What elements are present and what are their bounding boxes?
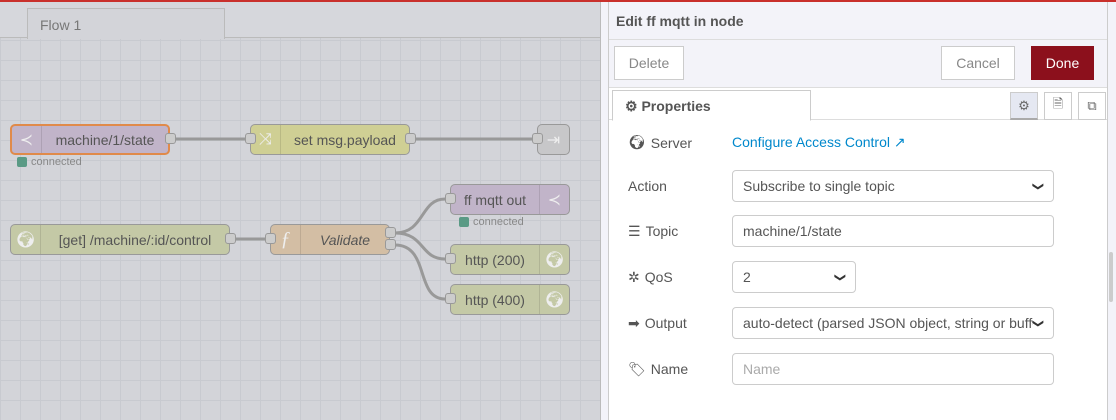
output-port[interactable] <box>225 233 236 244</box>
output-port[interactable] <box>405 133 416 144</box>
wire <box>394 243 446 301</box>
gear-icon: ⚙ <box>625 98 638 114</box>
change-node[interactable]: ⤨ set msg.payload <box>250 124 410 155</box>
http-response-node[interactable]: http (400) 🌍︎ <box>450 284 570 315</box>
bridge-icon: ≺ <box>539 185 569 214</box>
gear-icon: ⚙ <box>1018 97 1030 113</box>
node-properties-button[interactable]: ⚙ <box>1010 92 1038 120</box>
output-port[interactable] <box>165 133 176 144</box>
tray-tabs: ⚙ Properties ⚙ 🗎 ⧉ <box>609 88 1107 121</box>
file-text-icon: 🗎 <box>1052 96 1064 111</box>
output-port[interactable] <box>385 227 396 238</box>
configure-access-control-link[interactable]: Configure Access Control ↗ <box>732 134 906 151</box>
external-link-icon: ↗ <box>893 134 906 150</box>
function-node[interactable]: ƒ Validate <box>270 224 390 255</box>
done-button[interactable]: Done <box>1031 46 1094 80</box>
http-response-node[interactable]: http (200) 🌍︎ <box>450 244 570 275</box>
mqtt-in-node[interactable]: ≺ machine/1/state <box>10 124 170 155</box>
input-port[interactable] <box>245 133 256 144</box>
topic-input[interactable]: machine/1/state <box>732 215 1054 247</box>
bridge-icon: ≺ <box>12 126 42 153</box>
output-port[interactable] <box>385 239 396 250</box>
globe-icon: 🌍︎ <box>628 134 646 150</box>
sign-out-icon: ➡ <box>628 314 640 331</box>
node-description-button[interactable]: 🗎 <box>1044 92 1072 120</box>
input-port[interactable] <box>445 193 456 204</box>
empire-icon: ✲ <box>628 268 640 285</box>
globe-icon: 🌍︎ <box>539 245 569 274</box>
tray-title: Edit ff mqtt in node <box>609 2 1107 40</box>
node-status: connected <box>17 156 82 168</box>
tray-toolbar: Delete Cancel Done <box>609 40 1107 88</box>
node-status: connected <box>459 216 524 228</box>
action-select[interactable]: Subscribe to single topic ❯ <box>732 170 1054 202</box>
tasks-icon: ☰ <box>628 222 641 239</box>
flow-canvas[interactable]: Flow 1 ≺ machine/1/state connected ⤨ set… <box>0 2 600 420</box>
qos-select[interactable]: 2 ❯ <box>732 261 856 293</box>
node-appearance-button[interactable]: ⧉ <box>1078 92 1106 120</box>
mqtt-out-node[interactable]: ff mqtt out ≺ <box>450 184 570 215</box>
http-in-node[interactable]: 🌍︎ [get] /machine/:id/control <box>10 224 230 255</box>
input-port[interactable] <box>532 133 543 144</box>
delete-button[interactable]: Delete <box>614 46 684 80</box>
input-port[interactable] <box>265 233 276 244</box>
output-select[interactable]: auto-detect (parsed JSON object, string … <box>732 307 1054 339</box>
input-port[interactable] <box>445 253 456 264</box>
scrollbar[interactable] <box>1109 252 1113 302</box>
edit-tray: Edit ff mqtt in node Delete Cancel Done … <box>600 2 1116 420</box>
globe-icon: 🌍︎ <box>539 285 569 314</box>
chevron-down-icon: ❯ <box>1031 318 1044 328</box>
tag-icon: 🏷︎ <box>628 360 646 377</box>
wire <box>394 197 446 235</box>
input-port[interactable] <box>445 293 456 304</box>
globe-icon: 🌍︎ <box>11 225 41 254</box>
chevron-down-icon: ❯ <box>1031 181 1044 191</box>
tab-properties[interactable]: ⚙ Properties <box>612 90 811 121</box>
object-group-icon: ⧉ <box>1087 98 1097 113</box>
name-input[interactable]: Name <box>732 353 1054 385</box>
chevron-down-icon: ❯ <box>833 272 846 282</box>
cancel-button[interactable]: Cancel <box>941 46 1015 80</box>
